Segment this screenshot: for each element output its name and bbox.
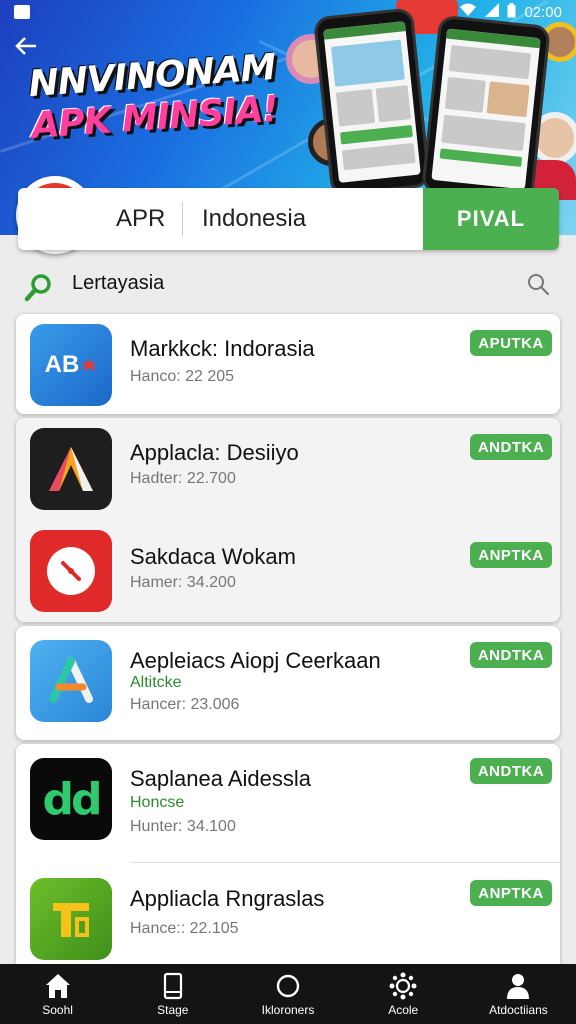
nav-item-acole[interactable]: Acole [346, 964, 461, 1024]
category-field[interactable]: APR [116, 205, 165, 233]
list-item[interactable]: Sakdaca Wokam Hamer: 34.200 ANPTKA [16, 522, 560, 622]
person-icon [507, 974, 530, 999]
install-button[interactable]: ANDTKA [470, 642, 552, 668]
app-name: Markkck: Indorasia [130, 336, 315, 361]
app-developer: Altitcke [130, 674, 182, 691]
ab-icon-text: AB [44, 351, 80, 378]
signal-icon [485, 3, 500, 21]
app-name: Sakdaca Wokam [130, 544, 296, 569]
row-divider [130, 862, 560, 863]
nav-label: Soohl [42, 1003, 73, 1017]
app-name: Saplanea Aidessla [130, 766, 312, 791]
search-icon[interactable] [526, 272, 550, 296]
back-button[interactable] [12, 32, 40, 60]
list-item[interactable]: Aepleiacs Aiopj Ceerkaan Altitcke Hancer… [16, 626, 560, 740]
folder-icon [30, 878, 112, 960]
back-arrow-icon [15, 37, 36, 55]
install-button[interactable]: ANDTKA [470, 758, 552, 784]
a-triangle-icon [30, 428, 112, 510]
app-meta: Hancer: 23.006 [130, 696, 240, 713]
search-button[interactable]: PIVAL [423, 188, 559, 250]
nav-label: Acole [388, 1003, 419, 1017]
nav-item-atdoctiians[interactable]: Atdoctiians [461, 964, 576, 1024]
phone-illustration [312, 7, 432, 197]
list-item[interactable]: dd Saplanea Aidessla Honcse Hunter: 34.1… [16, 744, 560, 862]
app-card[interactable]: AB Markkck: Indorasia Hanco: 22 205 APUT… [16, 314, 560, 414]
install-button[interactable]: ANPTKA [470, 542, 552, 568]
phone-illustration [421, 14, 551, 204]
filter-label: Lertayasia [72, 272, 165, 294]
tablet-icon [163, 972, 182, 1000]
status-time: 02:00 [524, 3, 562, 21]
ab-icon: AB [30, 324, 112, 406]
maple-leaf-icon [82, 358, 97, 371]
gear-cluster-icon [389, 972, 417, 1000]
region-field[interactable]: Indonesia [202, 205, 306, 233]
dd-icon-text: dd [42, 773, 103, 825]
nav-item-home[interactable]: Soohl [0, 964, 115, 1024]
app-meta: Hance:: 22.105 [130, 920, 239, 937]
list-item[interactable]: Applacla: Desiiyo Hadter: 22.700 ANDTKA [16, 418, 560, 518]
list-item[interactable]: Appliacla Rngraslas Hance:: 22.105 ANPTK… [16, 864, 560, 974]
clock-icon [30, 530, 112, 612]
filter-row: Lertayasia [0, 266, 576, 306]
search-bar: APR Indonesia PIVAL [18, 188, 559, 250]
nav-label: Ikloroners [261, 1003, 315, 1017]
a-pen-icon [30, 640, 112, 722]
banner-headline: NNVINONAM APK MINSIA! [27, 47, 292, 149]
app-name: Appliacla Rngraslas [130, 886, 325, 911]
app-meta: Hadter: 22.700 [130, 470, 236, 487]
app-meta: Hamer: 34.200 [130, 574, 236, 591]
dd-icon: dd [30, 758, 112, 840]
notification-icon [14, 5, 30, 19]
app-card[interactable]: dd Saplanea Aidessla Honcse Hunter: 34.1… [16, 744, 560, 974]
search-green-icon[interactable] [24, 272, 54, 302]
nav-label: Atdoctiians [489, 1003, 548, 1017]
app-name: Aepleiacs Aiopj Ceerkaan [130, 648, 381, 673]
list-item[interactable]: AB Markkck: Indorasia Hanco: 22 205 APUT… [16, 314, 560, 414]
app-name: Applacla: Desiiyo [130, 440, 299, 465]
install-button[interactable]: APUTKA [470, 330, 552, 356]
nav-item-stage[interactable]: Stage [115, 964, 230, 1024]
install-button[interactable]: ANDTKA [470, 434, 552, 460]
app-card[interactable]: Applacla: Desiiyo Hadter: 22.700 ANDTKA … [16, 418, 560, 622]
app-developer: Honcse [130, 794, 185, 811]
home-icon [45, 974, 70, 998]
app-meta: Hanco: 22 205 [130, 368, 235, 385]
app-card[interactable]: Aepleiacs Aiopj Ceerkaan Altitcke Hancer… [16, 626, 560, 740]
nav-item-ikloroners[interactable]: Ikloroners [230, 964, 345, 1024]
search-divider [182, 202, 183, 236]
nav-label: Stage [157, 1003, 189, 1017]
bottom-nav: Soohl Stage Ikloroners Acole Atdoctiians [0, 964, 576, 1024]
app-meta: Hunter: 34.100 [130, 818, 236, 835]
circle-icon [276, 974, 300, 998]
battery-icon [507, 2, 516, 22]
install-button[interactable]: ANPTKA [470, 880, 552, 906]
